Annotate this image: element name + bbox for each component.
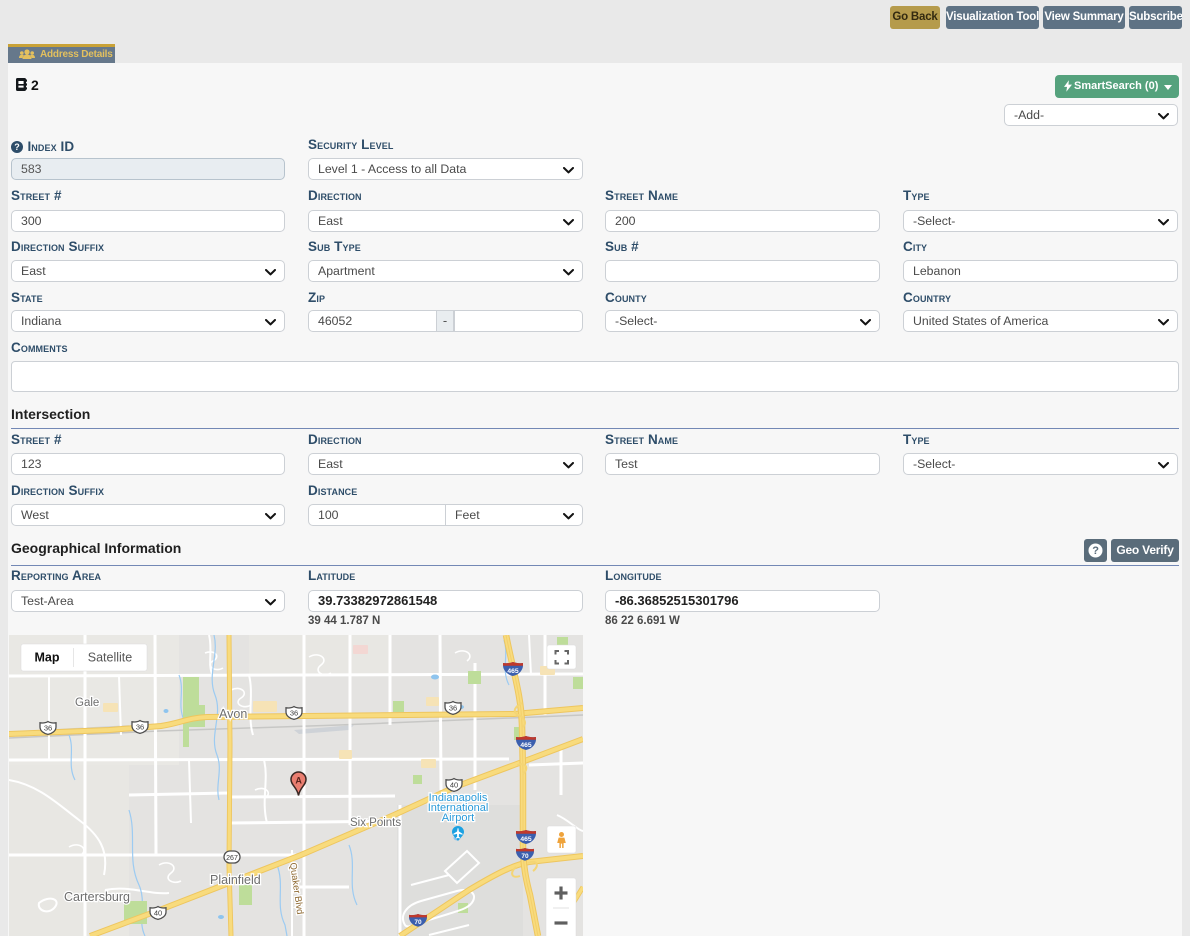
svg-text:36: 36 <box>44 724 52 733</box>
svg-text:Six Points: Six Points <box>350 817 401 829</box>
svg-text:36: 36 <box>290 709 298 718</box>
svg-text:Plainfield: Plainfield <box>210 873 261 887</box>
svg-text:40: 40 <box>154 909 162 918</box>
svg-text:?: ? <box>1092 545 1099 557</box>
svg-text:Airport: Airport <box>442 812 474 824</box>
svg-text:Avon: Avon <box>219 707 247 721</box>
svg-text:Cartersburg: Cartersburg <box>64 890 130 904</box>
svg-text:36: 36 <box>136 723 144 732</box>
svg-text:Satellite: Satellite <box>88 651 133 665</box>
svg-text:Gale: Gale <box>75 697 99 709</box>
svg-text:36: 36 <box>449 704 457 713</box>
svg-text:465: 465 <box>507 668 519 675</box>
svg-text:Map: Map <box>35 651 60 665</box>
svg-text:70: 70 <box>521 853 529 860</box>
svg-text:40: 40 <box>450 781 458 790</box>
svg-text:?: ? <box>14 142 20 152</box>
svg-text:267: 267 <box>226 855 238 862</box>
svg-text:A: A <box>295 776 302 786</box>
